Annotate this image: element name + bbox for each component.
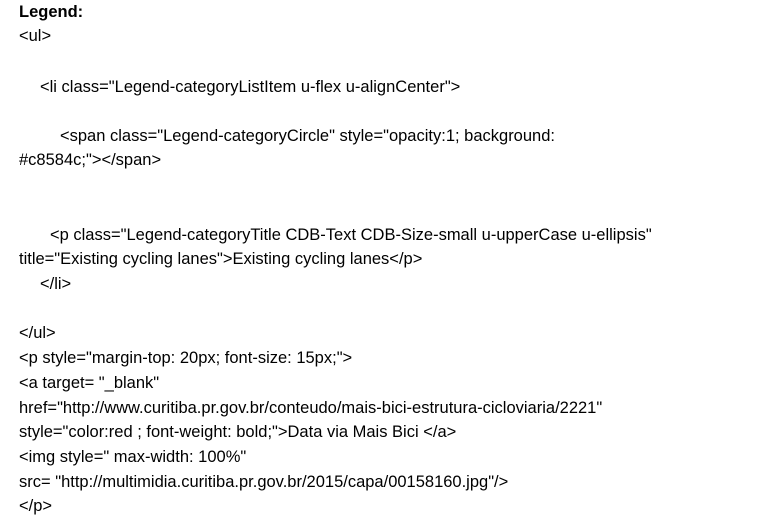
code-line-span-start: <span class="Legend-categoryCircle" styl… — [60, 127, 555, 145]
code-line-li-open: <li class="Legend-categoryListItem u-fle… — [40, 78, 461, 96]
code-line-p-start: <p class="Legend-categoryTitle CDB-Text … — [50, 226, 652, 244]
code-line-ul-close: </ul> — [19, 324, 56, 342]
code-line-span-end: #c8584c;"></span> — [19, 151, 162, 169]
code-line-a-href: href="http://www.curitiba.pr.gov.br/cont… — [19, 399, 603, 417]
code-line-p-style: <p style="margin-top: 20px; font-size: 1… — [19, 349, 353, 367]
code-line-a-target: <a target= "_blank" — [19, 374, 160, 392]
code-line-img-src: src= "http://multimidia.curitiba.pr.gov.… — [19, 473, 509, 491]
legend-heading: Legend: — [19, 3, 84, 21]
code-line-a-style: style="color:red ; font-weight: bold;">D… — [19, 423, 457, 441]
code-line-ul-open: <ul> — [19, 27, 52, 45]
code-line-p-title: title="Existing cycling lanes">Existing … — [19, 250, 423, 268]
document-page: Legend: <ul> <li class="Legend-categoryL… — [0, 0, 762, 526]
code-line-li-close: </li> — [40, 275, 72, 293]
code-line-p-close: </p> — [19, 497, 53, 515]
code-line-img-style: <img style=" max-width: 100%" — [19, 448, 247, 466]
